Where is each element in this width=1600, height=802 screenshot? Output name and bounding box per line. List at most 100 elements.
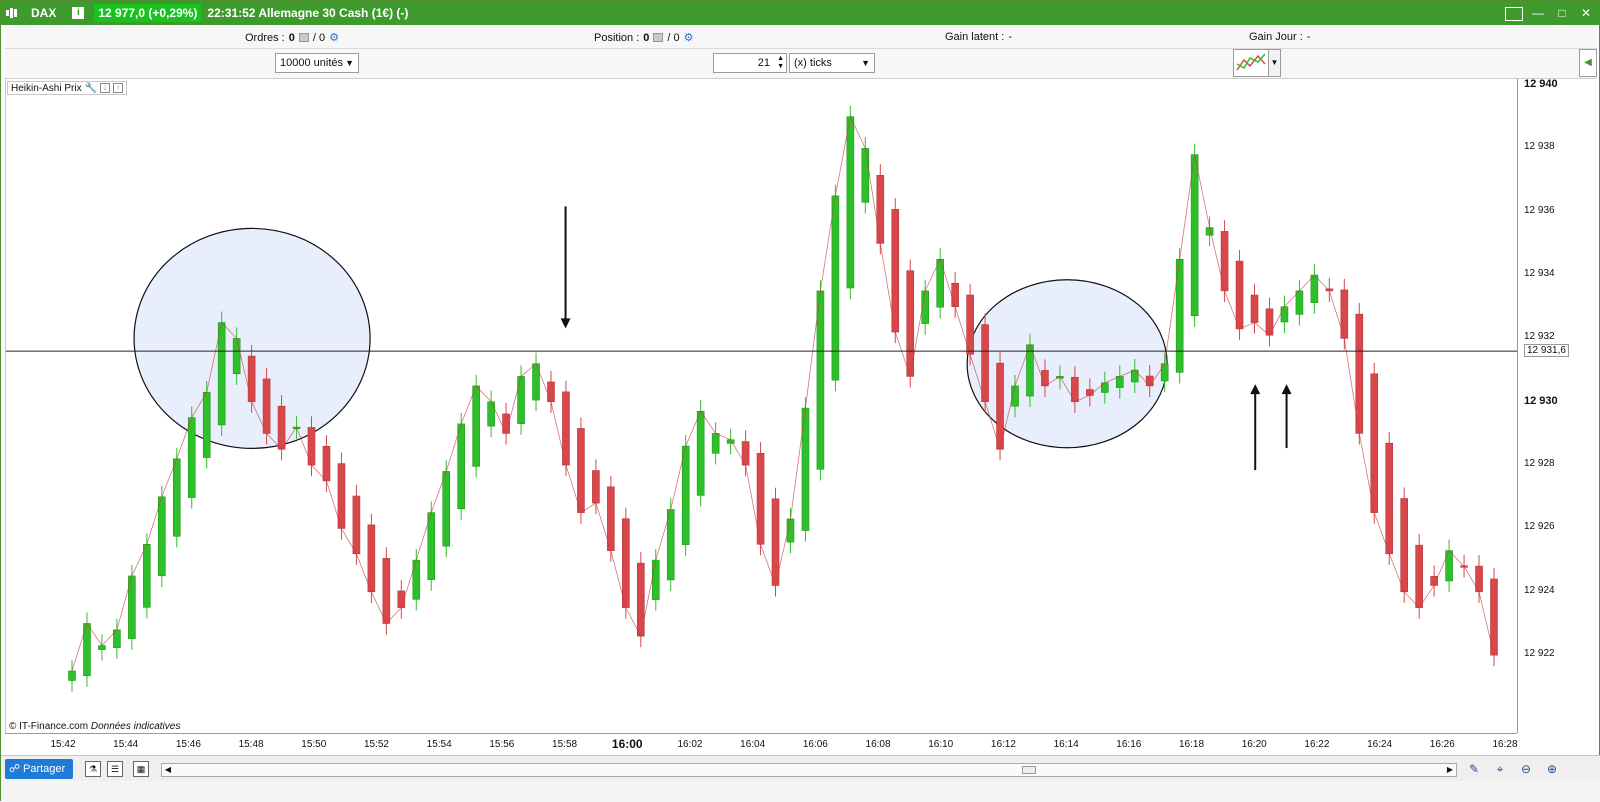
- candle-body: [1430, 576, 1438, 586]
- candle-body: [427, 512, 436, 581]
- close-icon[interactable]: ✕: [1577, 4, 1595, 22]
- price-axis[interactable]: 12 940 12 938 12 936 12 934 12 932 12 931,6 12…: [1517, 78, 1599, 733]
- orderbook-icon[interactable]: ▦: [133, 761, 149, 777]
- candle-body: [1415, 544, 1423, 608]
- chart-canvas[interactable]: [6, 79, 1518, 733]
- position-total: / 0: [667, 31, 680, 44]
- expand-panel-icon[interactable]: ◀: [1579, 49, 1597, 77]
- price-tick-label: 12 926: [1524, 521, 1555, 533]
- candle-body: [277, 405, 286, 450]
- orders-total: / 0: [312, 31, 326, 44]
- chart-scrollbar[interactable]: ◀ ▶: [161, 763, 1457, 777]
- price-tick-label: 12 936: [1524, 204, 1555, 216]
- quantity-select[interactable]: 10000 unités ▼: [275, 53, 359, 73]
- price-chart[interactable]: [5, 79, 1518, 733]
- orders-value: 0: [288, 31, 295, 44]
- candle-body: [143, 543, 151, 608]
- candle-body: [846, 116, 855, 289]
- close-position-icon[interactable]: [653, 33, 664, 42]
- list-icon[interactable]: ☰: [107, 761, 123, 777]
- copyright-notice: © IT-Finance.com Données indicatives: [9, 721, 180, 732]
- share-label: Partager: [23, 763, 66, 775]
- annotation-arrow-up: [1250, 384, 1261, 395]
- window-controls: — □ ✕: [1505, 4, 1595, 22]
- chart-type-dropdown[interactable]: ▼: [1269, 49, 1281, 77]
- chart-controls-bar: 10000 unités ▼ 21 ▲ ▼ (x) ticks ▼ ▼ ◀: [5, 49, 1597, 79]
- zoom-in-icon[interactable]: ⊕: [1543, 760, 1561, 778]
- wrench-icon[interactable]: 🔧: [85, 83, 97, 94]
- candle-body: [472, 385, 480, 467]
- time-axis[interactable]: 15:42 15:44 15:46 15:48 15:50 15:52 15:54 15:56…: [5, 733, 1518, 755]
- time-tick-label: 15:50: [301, 739, 327, 750]
- time-tick-label: 16:00: [611, 737, 643, 751]
- gain-jour-value: -: [1306, 31, 1311, 43]
- time-tick-label: 16:02: [677, 739, 703, 750]
- orders-label: Ordres :: [245, 31, 285, 44]
- zoom-fit-icon[interactable]: ⌖: [1491, 760, 1509, 778]
- drawing-tools-icon[interactable]: ✎: [1465, 760, 1483, 778]
- interval-stepper[interactable]: 21 ▲ ▼: [713, 53, 787, 73]
- candle-body: [861, 148, 870, 203]
- candle-body: [666, 509, 675, 581]
- candle-body: [681, 445, 690, 545]
- time-tick-label: 16:06: [802, 739, 828, 750]
- trading-icon[interactable]: ⚗: [85, 761, 101, 777]
- scroll-right-icon[interactable]: ▶: [1444, 764, 1456, 776]
- scroll-thumb[interactable]: [1022, 766, 1036, 774]
- symbol-label: DAX: [31, 6, 57, 20]
- price-tick-label: 12 940: [1524, 78, 1558, 90]
- candle-body: [622, 518, 630, 608]
- candle-body: [816, 290, 825, 470]
- annotation-arrow-down: [560, 318, 571, 329]
- keyboard-icon[interactable]: [1505, 4, 1523, 22]
- price-tick-label: 12 938: [1524, 141, 1555, 153]
- chart-type-button[interactable]: [1233, 49, 1269, 77]
- app-logo-icon: [1, 1, 23, 25]
- time-tick-label: 16:24: [1367, 739, 1393, 750]
- candle-body: [1130, 369, 1139, 383]
- zoom-out-icon[interactable]: ⊖: [1517, 760, 1535, 778]
- candle-body: [172, 458, 181, 537]
- minimize-icon[interactable]: —: [1529, 4, 1547, 22]
- price-tick-label: 12 922: [1524, 648, 1555, 660]
- scroll-left-icon[interactable]: ◀: [162, 764, 174, 776]
- candle-body: [577, 428, 585, 513]
- maximize-icon[interactable]: □: [1553, 4, 1571, 22]
- interval-unit-value: (x) ticks: [794, 57, 832, 69]
- share-button[interactable]: ☍ Partager: [5, 759, 73, 779]
- position-group: Position : 0 / 0 ⚙: [594, 31, 694, 45]
- candle-body: [1160, 363, 1169, 382]
- info-icon[interactable]: i: [72, 7, 85, 19]
- title-bar: DAX i 12 977,0 (+0,29%) 22:31:52 Allemag…: [1, 1, 1600, 25]
- time-tick-label: 15:54: [426, 739, 452, 750]
- remove-indicator-icon[interactable]: ↓: [100, 83, 111, 93]
- candle-body: [1115, 376, 1124, 388]
- stepper-arrows-icon[interactable]: ▲ ▼: [777, 55, 784, 71]
- orders-group: Ordres : 0 / 0 ⚙: [245, 31, 339, 45]
- interval-unit-select[interactable]: (x) ticks ▼: [789, 53, 875, 73]
- candle-body: [68, 670, 76, 681]
- instrument-description: 22:31:52 Allemagne 30 Cash (1€) (-): [207, 6, 409, 20]
- time-tick-label: 16:12: [990, 739, 1016, 750]
- candle-body: [412, 559, 421, 600]
- candle-body: [442, 471, 451, 547]
- gain-latent-group: Gain latent : -: [945, 31, 1012, 43]
- gain-jour-label: Gain Jour :: [1249, 31, 1303, 43]
- candle-body: [996, 362, 1004, 450]
- cancel-orders-icon[interactable]: [298, 33, 309, 42]
- price-tick-label: 12 932: [1524, 331, 1555, 343]
- quantity-value: 10000 unités: [280, 57, 343, 69]
- candle-body: [607, 486, 615, 551]
- candle-body: [696, 410, 705, 496]
- time-tick-label: 15:56: [489, 739, 515, 750]
- orders-settings-icon[interactable]: ⚙: [329, 31, 339, 44]
- interval-value: 21: [757, 57, 770, 69]
- candle-body: [217, 322, 226, 426]
- status-bar: [1, 781, 1600, 802]
- move-indicator-icon[interactable]: ↑: [113, 83, 124, 93]
- candle-body: [1370, 373, 1379, 513]
- time-tick-label: 16:28: [1492, 739, 1518, 750]
- position-settings-icon[interactable]: ⚙: [684, 31, 694, 44]
- gain-jour-group: Gain Jour : -: [1249, 31, 1310, 43]
- indicator-label[interactable]: Heikin-Ashi Prix 🔧 ↓ ↑: [7, 81, 128, 95]
